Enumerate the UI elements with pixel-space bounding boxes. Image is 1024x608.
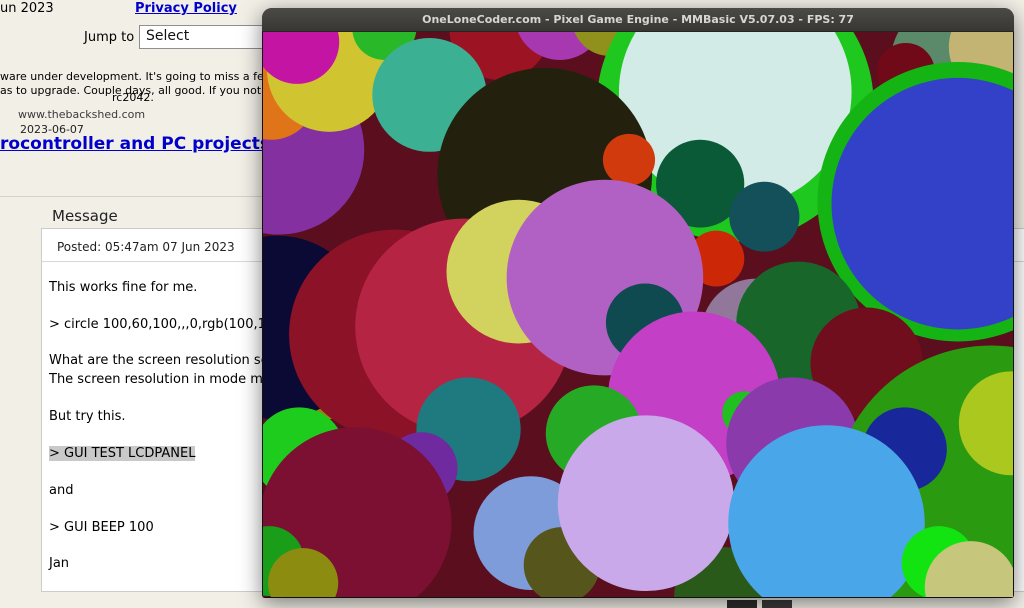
- post-line: But try this.: [49, 409, 126, 424]
- jump-to-select[interactable]: Select: [139, 25, 265, 49]
- post-line: This works fine for me.: [49, 280, 197, 295]
- post-line: > GUI BEEP 100: [49, 520, 154, 535]
- post-line: What are the screen resolution setti: [49, 353, 283, 368]
- post-line: The screen resolution in mode must: [49, 372, 283, 387]
- post-line: Jan: [49, 556, 69, 571]
- message-column-header: Message: [52, 207, 118, 225]
- jump-to-select-value: Select: [146, 28, 189, 44]
- post-line: and: [49, 483, 73, 498]
- privacy-policy-link[interactable]: Privacy Policy: [135, 1, 237, 16]
- jump-to-label: Jump to: [84, 30, 134, 45]
- post-line: > circle 100,60,100,,,0,rgb(100,100,2: [49, 317, 295, 332]
- page-date-fragment: un 2023: [0, 1, 54, 16]
- taskbar-fragment-left[interactable]: [727, 600, 757, 608]
- taskbar-fragment-right[interactable]: [762, 600, 792, 608]
- game-canvas[interactable]: [263, 32, 1013, 597]
- header-divider: [0, 196, 262, 197]
- pixel-game-engine-window: OneLoneCoder.com - Pixel Game Engine - M…: [262, 8, 1014, 598]
- window-body: [263, 32, 1013, 597]
- window-titlebar[interactable]: OneLoneCoder.com - Pixel Game Engine - M…: [262, 8, 1014, 32]
- selected-text: > GUI TEST LCDPANEL: [49, 446, 195, 461]
- site-url-text: www.thebackshed.com: [18, 108, 145, 121]
- site-notice-overlap-text: rc2042.: [112, 91, 154, 104]
- post-timestamp: Posted: 05:47am 07 Jun 2023: [57, 240, 235, 254]
- post-line-highlighted: > GUI TEST LCDPANEL: [49, 446, 195, 461]
- forum-section-link[interactable]: rocontroller and PC projects: [0, 134, 270, 154]
- window-title: OneLoneCoder.com - Pixel Game Engine - M…: [422, 13, 854, 26]
